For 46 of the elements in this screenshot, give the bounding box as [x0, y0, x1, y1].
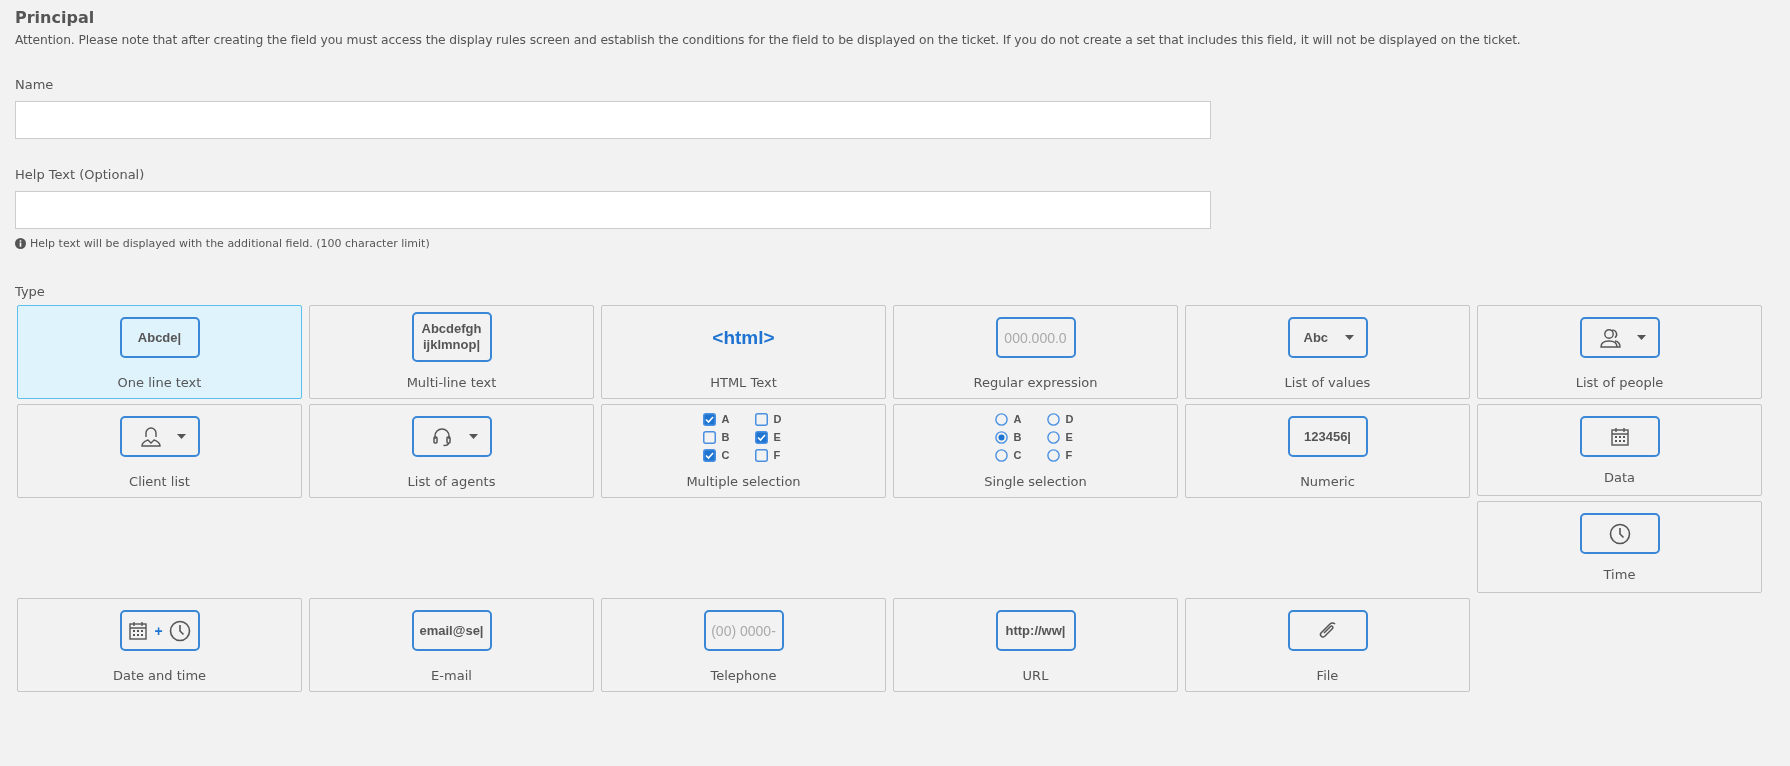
type-option[interactable]: (00) 0000- Telephone	[601, 598, 886, 692]
multiline-sample: Abcdefgh ijklmnop|	[411, 312, 492, 362]
text-sample: email@se|	[411, 610, 492, 651]
type-option[interactable]: Time	[1477, 501, 1762, 593]
choice-letter: F	[773, 449, 781, 461]
type-option[interactable]: Data	[1477, 404, 1762, 496]
html-sample: <html>	[712, 326, 775, 349]
notice-text: Attention. Please note that after creating the field you must access the display rules screen and establish the conditions for the field to be displayed on the ticket. If you do not create a set that includes this field, it will not be displayed on the ticket.	[15, 33, 1522, 47]
type-option[interactable]: http://ww| URL	[893, 598, 1178, 692]
type-option[interactable]: Abcde| One line text	[17, 305, 302, 399]
type-option[interactable]: 000.000.0 Regular expression	[893, 305, 1178, 399]
section-title: Principal	[15, 8, 96, 27]
hint-text: Help text will be displayed with the additional field. (100 character limit)	[30, 237, 430, 250]
choice-letter: C	[1013, 449, 1022, 461]
choice-letter: A	[721, 413, 730, 425]
choice-letter: C	[721, 449, 730, 461]
type-option[interactable]: <html> HTML Text	[601, 305, 886, 399]
choice-letter: A	[1013, 413, 1022, 425]
choice-letter: B	[721, 431, 730, 443]
choice-letter: B	[1013, 431, 1022, 443]
type-option[interactable]: + Date and time	[17, 598, 302, 692]
type-label: Type	[15, 284, 46, 299]
dropdown-sample: Abc	[1287, 317, 1368, 358]
text-sample: http://ww|	[995, 610, 1076, 651]
choice-letter: E	[1065, 431, 1073, 443]
type-option[interactable]: email@se| E-mail	[309, 598, 594, 692]
type-option[interactable]: Client list	[17, 404, 302, 498]
type-option[interactable]: A B C D E F Single selection	[893, 404, 1178, 498]
placeholder-sample: 000.000.0	[995, 317, 1076, 358]
choice-letter: D	[773, 413, 782, 425]
type-option[interactable]: List of agents	[309, 404, 594, 498]
type-option[interactable]: Abc List of values	[1185, 305, 1470, 399]
placeholder-sample: (00) 0000-	[703, 610, 784, 651]
choice-letter: D	[1065, 413, 1074, 425]
text-sample: Abcde|	[119, 317, 200, 358]
type-option[interactable]: File	[1185, 598, 1470, 692]
field-label: Help Text (Optional)	[15, 167, 146, 182]
field-sample: +	[119, 610, 200, 651]
choice-letter: E	[773, 431, 781, 443]
choice-letter: F	[1065, 449, 1073, 461]
type-option[interactable]: List of people	[1477, 305, 1762, 399]
type-option[interactable]: Abcdefgh ijklmnop| Multi-line text	[309, 305, 594, 399]
type-option[interactable]: 123456| Numeric	[1185, 404, 1470, 498]
field-label: Name	[15, 77, 55, 92]
type-option[interactable]: A B C D E F Multiple selection	[601, 404, 886, 498]
text-sample: 123456|	[1287, 416, 1368, 457]
